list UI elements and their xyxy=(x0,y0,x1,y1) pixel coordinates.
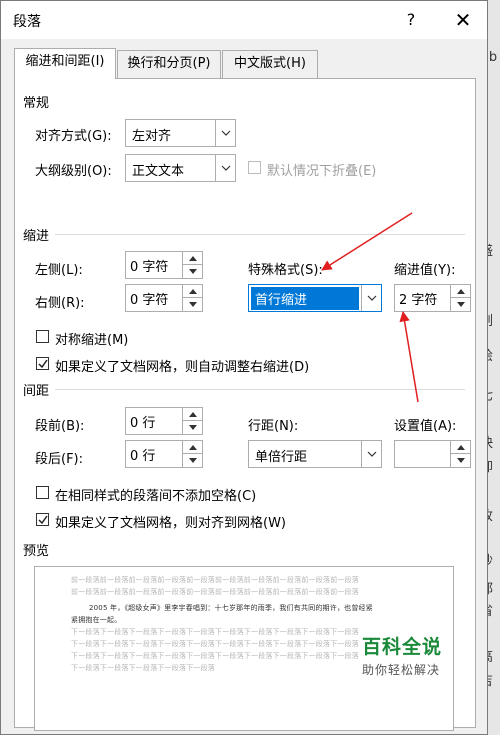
mirror-indents-checkbox[interactable] xyxy=(36,330,49,343)
title-bar: 段落 ? ✕ xyxy=(1,1,487,39)
spin-up-icon[interactable] xyxy=(183,441,202,454)
paragraph-dialog: 段落 ? ✕ 缩进和间距(I) 换行和分页(P) 中文版式(H) 常规 对齐方式… xyxy=(0,0,488,735)
spin-down-icon[interactable] xyxy=(451,454,470,467)
alignment-select[interactable]: 左对齐 xyxy=(125,119,236,147)
line-spacing-select[interactable]: 单倍行距 xyxy=(248,440,382,468)
indent-divider xyxy=(55,234,465,235)
spin-up-icon[interactable] xyxy=(183,285,202,298)
no-space-same-style-label: 在相同样式的段落间不添加空格(C) xyxy=(55,489,257,504)
indent-right-spinner[interactable]: 0 字符 xyxy=(125,284,203,312)
spin-up-icon[interactable] xyxy=(451,285,470,298)
indent-left-value: 0 字符 xyxy=(130,260,169,275)
tab-indents-spacing[interactable]: 缩进和间距(I) xyxy=(14,48,116,79)
help-button[interactable]: ? xyxy=(399,8,423,32)
snap-to-grid-checkbox[interactable] xyxy=(36,513,49,526)
tab-line-page-breaks[interactable]: 换行和分页(P) xyxy=(117,50,221,78)
space-before-value: 0 行 xyxy=(130,416,156,431)
watermark-title: 百科全说 xyxy=(362,636,443,658)
preview-sample-line: 紧拥抱在一起。 xyxy=(71,616,122,624)
dialog-title: 段落 xyxy=(13,14,41,30)
space-after-label: 段后(F): xyxy=(35,452,84,467)
spin-up-icon[interactable] xyxy=(183,252,202,265)
watermark-subtitle: 助你轻松解决 xyxy=(362,663,441,677)
preview-heading: 预览 xyxy=(23,544,50,559)
indent-right-label: 右侧(R): xyxy=(35,296,85,311)
spin-down-icon[interactable] xyxy=(183,421,202,434)
spacing-divider xyxy=(55,389,465,390)
no-space-same-style-checkbox[interactable] xyxy=(36,486,49,499)
spin-down-icon[interactable] xyxy=(183,265,202,278)
checkmark-icon xyxy=(38,515,48,525)
tab-asian-typography[interactable]: 中文版式(H) xyxy=(222,50,318,78)
indent-right-value: 0 字符 xyxy=(130,293,169,308)
watermark-logo: 百科全说 助你轻松解决 xyxy=(362,632,470,678)
spin-down-icon[interactable] xyxy=(183,454,202,467)
spacing-heading: 间距 xyxy=(23,384,50,399)
collapsed-checkbox[interactable] xyxy=(248,161,261,174)
close-button[interactable]: ✕ xyxy=(449,8,477,32)
spin-down-icon[interactable] xyxy=(451,298,470,311)
preview-next-line: 下一段落下一段落下一段落下一段落下一段落下一段落下一段落下一段落下一段落下一段落 xyxy=(71,652,359,660)
preview-next-line: 下一段落下一段落下一段落下一段落下一段落下一段落下一段落下一段落下一段落下一段落 xyxy=(71,628,359,636)
auto-adjust-right-checkbox[interactable] xyxy=(36,357,49,370)
outline-level-label: 大纲级别(O): xyxy=(35,164,112,179)
special-indent-label: 特殊格式(S): xyxy=(248,263,323,278)
spacing-at-spinner[interactable] xyxy=(394,440,471,468)
space-after-value: 0 行 xyxy=(130,449,156,464)
chevron-down-icon xyxy=(215,155,235,181)
line-spacing-label: 行距(N): xyxy=(248,419,299,434)
preview-sample-line: 2005 年，《超级女声》里李宇春唱到：十七岁那年的雨季，我们有共同的期许，也曾… xyxy=(89,604,373,612)
auto-adjust-right-label: 如果定义了文档网格，则自动调整右缩进(D) xyxy=(55,360,310,375)
outline-level-value: 正文文本 xyxy=(132,164,185,179)
indent-left-label: 左侧(L): xyxy=(35,263,83,278)
checkmark-icon xyxy=(38,359,48,369)
alignment-label: 对齐方式(G): xyxy=(35,129,112,144)
spin-down-icon[interactable] xyxy=(183,298,202,311)
chevron-down-icon xyxy=(361,285,381,311)
preview-prev-line: 前一段落前一段落前一段落前一段落前一段落前一段落前一段落前一段落前一段落前一段落 xyxy=(71,576,359,584)
general-heading: 常规 xyxy=(23,96,50,111)
indent-by-label: 缩进值(Y): xyxy=(394,263,456,278)
collapsed-label: 默认情况下折叠(E) xyxy=(267,164,377,179)
indent-by-spinner[interactable]: 2 字符 xyxy=(394,284,471,312)
space-before-spinner[interactable]: 0 行 xyxy=(125,407,203,435)
special-indent-select[interactable]: 首行缩进 xyxy=(248,284,382,312)
spin-up-icon[interactable] xyxy=(451,441,470,454)
spacing-at-label: 设置值(A): xyxy=(394,419,457,434)
preview-next-line: 下一段落下一段落下一段落下一段落下一段落下一段落下一段落下一段落下一段落下一段落 xyxy=(71,640,359,648)
preview-next-line: 下一段落下一段落下一段落下一段落下一段落 xyxy=(71,664,215,672)
special-indent-value: 首行缩进 xyxy=(251,287,359,310)
spin-up-icon[interactable] xyxy=(183,408,202,421)
space-before-label: 段前(B): xyxy=(35,419,85,434)
indent-heading: 缩进 xyxy=(23,229,50,244)
space-after-spinner[interactable]: 0 行 xyxy=(125,440,203,468)
line-spacing-value: 单倍行距 xyxy=(255,450,308,465)
mirror-indents-label: 对称缩进(M) xyxy=(55,333,129,348)
indent-by-value: 2 字符 xyxy=(399,293,438,308)
indent-left-spinner[interactable]: 0 字符 xyxy=(125,251,203,279)
alignment-value: 左对齐 xyxy=(132,129,172,144)
chevron-down-icon xyxy=(361,441,381,467)
outline-level-select[interactable]: 正文文本 xyxy=(125,154,236,182)
snap-to-grid-label: 如果定义了文档网格，则对齐到网格(W) xyxy=(55,516,286,531)
preview-prev-line: 前一段落前一段落前一段落前一段落前一段落前一段落前一段落前一段落前一段落前一段落 xyxy=(71,588,359,596)
chevron-down-icon xyxy=(215,120,235,146)
